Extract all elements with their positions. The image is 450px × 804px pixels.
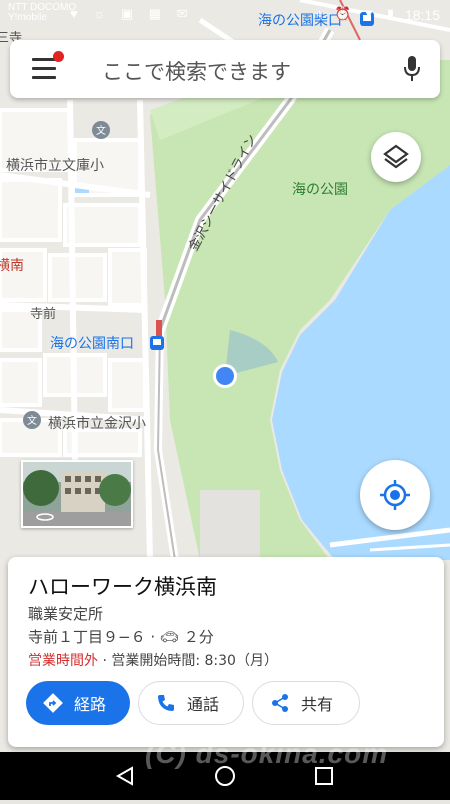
school-icon[interactable]: 文 [92,121,110,139]
svg-text:文: 文 [96,124,106,137]
place-address: 寺前１丁目９−６ [28,628,146,646]
place-card[interactable]: ハローワーク横浜南 職業安定所 寺前１丁目９−６ · 🚗︎ ２分 営業時間外 ·… [8,557,444,747]
map-label-school: 横浜市立金沢小 [48,415,146,432]
notification-dot [53,51,64,62]
map-label-partial-red: 横南 [0,258,24,274]
map-label-station-south: 海の公園南口 [50,336,134,352]
layers-button[interactable] [371,132,421,182]
separator-dot: · [150,628,160,646]
school-icon[interactable]: 文 [23,411,41,429]
call-label: 通話 [187,695,220,714]
drive-time: ２分 [183,628,214,646]
directions-button[interactable]: 経路 [26,681,130,725]
recents-icon[interactable] [315,767,333,785]
svg-text:文: 文 [27,414,37,427]
search-bar[interactable]: ここで検索できます [10,40,440,98]
status-bar: NTT DOCOMO Y!mobile ♥ ☼ ▣ ▦ ✉ ⌖ ⏰ ▼ ▮ 18… [0,0,450,30]
car-icon: 🚗︎ [159,628,179,646]
directions-label: 経路 [74,695,107,714]
microphone-icon[interactable] [402,54,422,84]
clock: 18:15 [404,7,440,23]
notification-icons: ♥ ☼ ▣ ▦ ✉ [70,6,194,21]
address-line: 寺前１丁目９−６ · 🚗︎ ２分 [28,626,214,647]
station-marker-south[interactable] [150,336,164,350]
carrier-label: NTT DOCOMO Y!mobile [8,2,77,23]
back-icon[interactable] [115,766,133,786]
phone-icon [158,695,174,711]
hours-status: 営業時間外 [28,653,98,669]
share-button[interactable]: 共有 [252,681,360,725]
watermark: (C) ds-okina.com [145,738,389,769]
hours-text: 営業開始時間: 8:30（月） [111,653,278,669]
search-input[interactable]: ここで検索できます [102,56,291,86]
layers-icon [383,144,409,169]
crosshair-icon [380,480,410,510]
share-label: 共有 [301,695,334,714]
my-location-button[interactable] [360,460,430,530]
system-icons: ⌖ ⏰ ▼ ▮ [315,6,398,21]
place-name: ハローワーク横浜南 [28,575,217,599]
menu-icon[interactable] [32,58,56,79]
place-category: 職業安定所 [28,605,104,623]
share-icon [272,694,288,712]
street-view-thumbnail[interactable] [21,460,133,528]
map-label-park: 海の公園 [292,182,348,198]
directions-icon [43,693,63,713]
hours-line: 営業時間外 · 営業開始時間: 8:30（月） [28,650,278,670]
map-label-teramae: 寺前 [30,306,56,322]
map-label-library: 横浜市立文庫小 [6,157,104,174]
call-button[interactable]: 通話 [138,681,244,725]
